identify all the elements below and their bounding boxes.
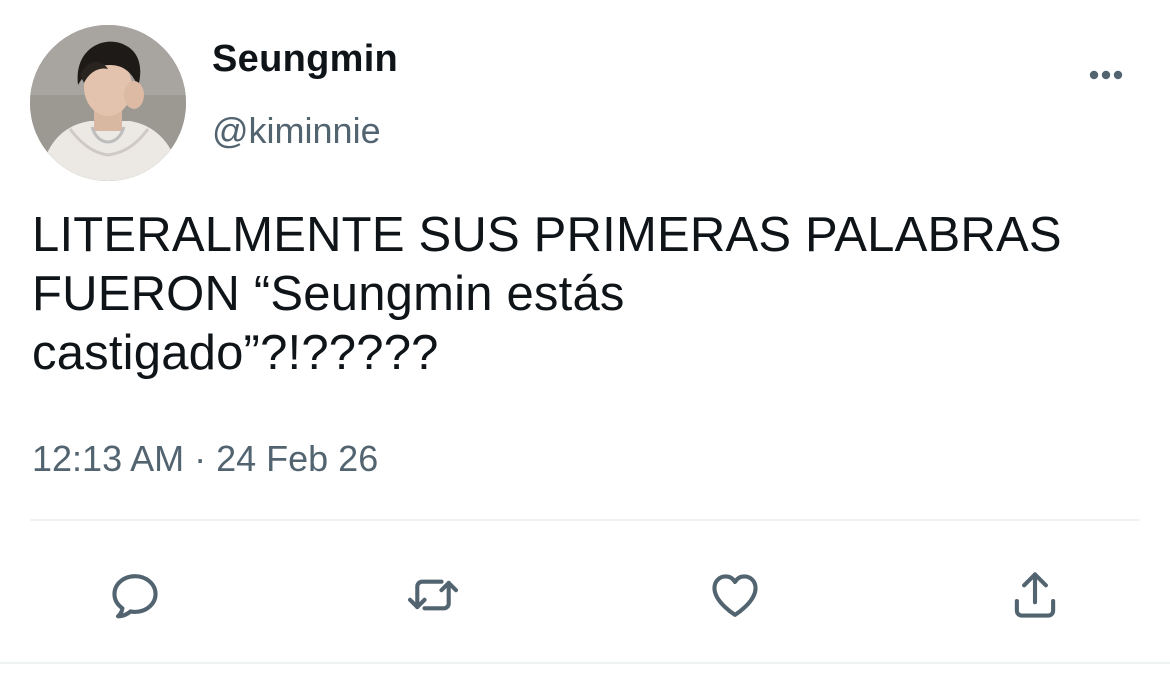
avatar-photo bbox=[30, 25, 186, 181]
divider bbox=[30, 519, 1140, 521]
tweet-text: LITERALMENTE SUS PRIMERAS PALABRAS FUERO… bbox=[32, 208, 1062, 380]
heart-icon bbox=[712, 574, 758, 617]
retweet-icon bbox=[407, 579, 459, 611]
tweet-card: Seungmin @kiminnie LITERALMENTE SUS PRIM… bbox=[0, 0, 1170, 684]
share-icon bbox=[1014, 572, 1056, 618]
reply-icon bbox=[112, 574, 158, 619]
more-icon bbox=[1089, 70, 1123, 80]
share-button[interactable] bbox=[1006, 566, 1064, 624]
like-button[interactable] bbox=[706, 566, 764, 624]
user-handle[interactable]: @kiminnie bbox=[212, 110, 381, 152]
avatar[interactable] bbox=[30, 25, 186, 181]
display-name[interactable]: Seungmin bbox=[212, 38, 398, 81]
divider bbox=[0, 662, 1170, 664]
tweet-timestamp[interactable]: 12:13 AM · 24 Feb 26 bbox=[32, 438, 378, 480]
retweet-button[interactable] bbox=[404, 566, 462, 624]
more-options-button[interactable] bbox=[1078, 58, 1134, 92]
reply-button[interactable] bbox=[106, 566, 164, 624]
